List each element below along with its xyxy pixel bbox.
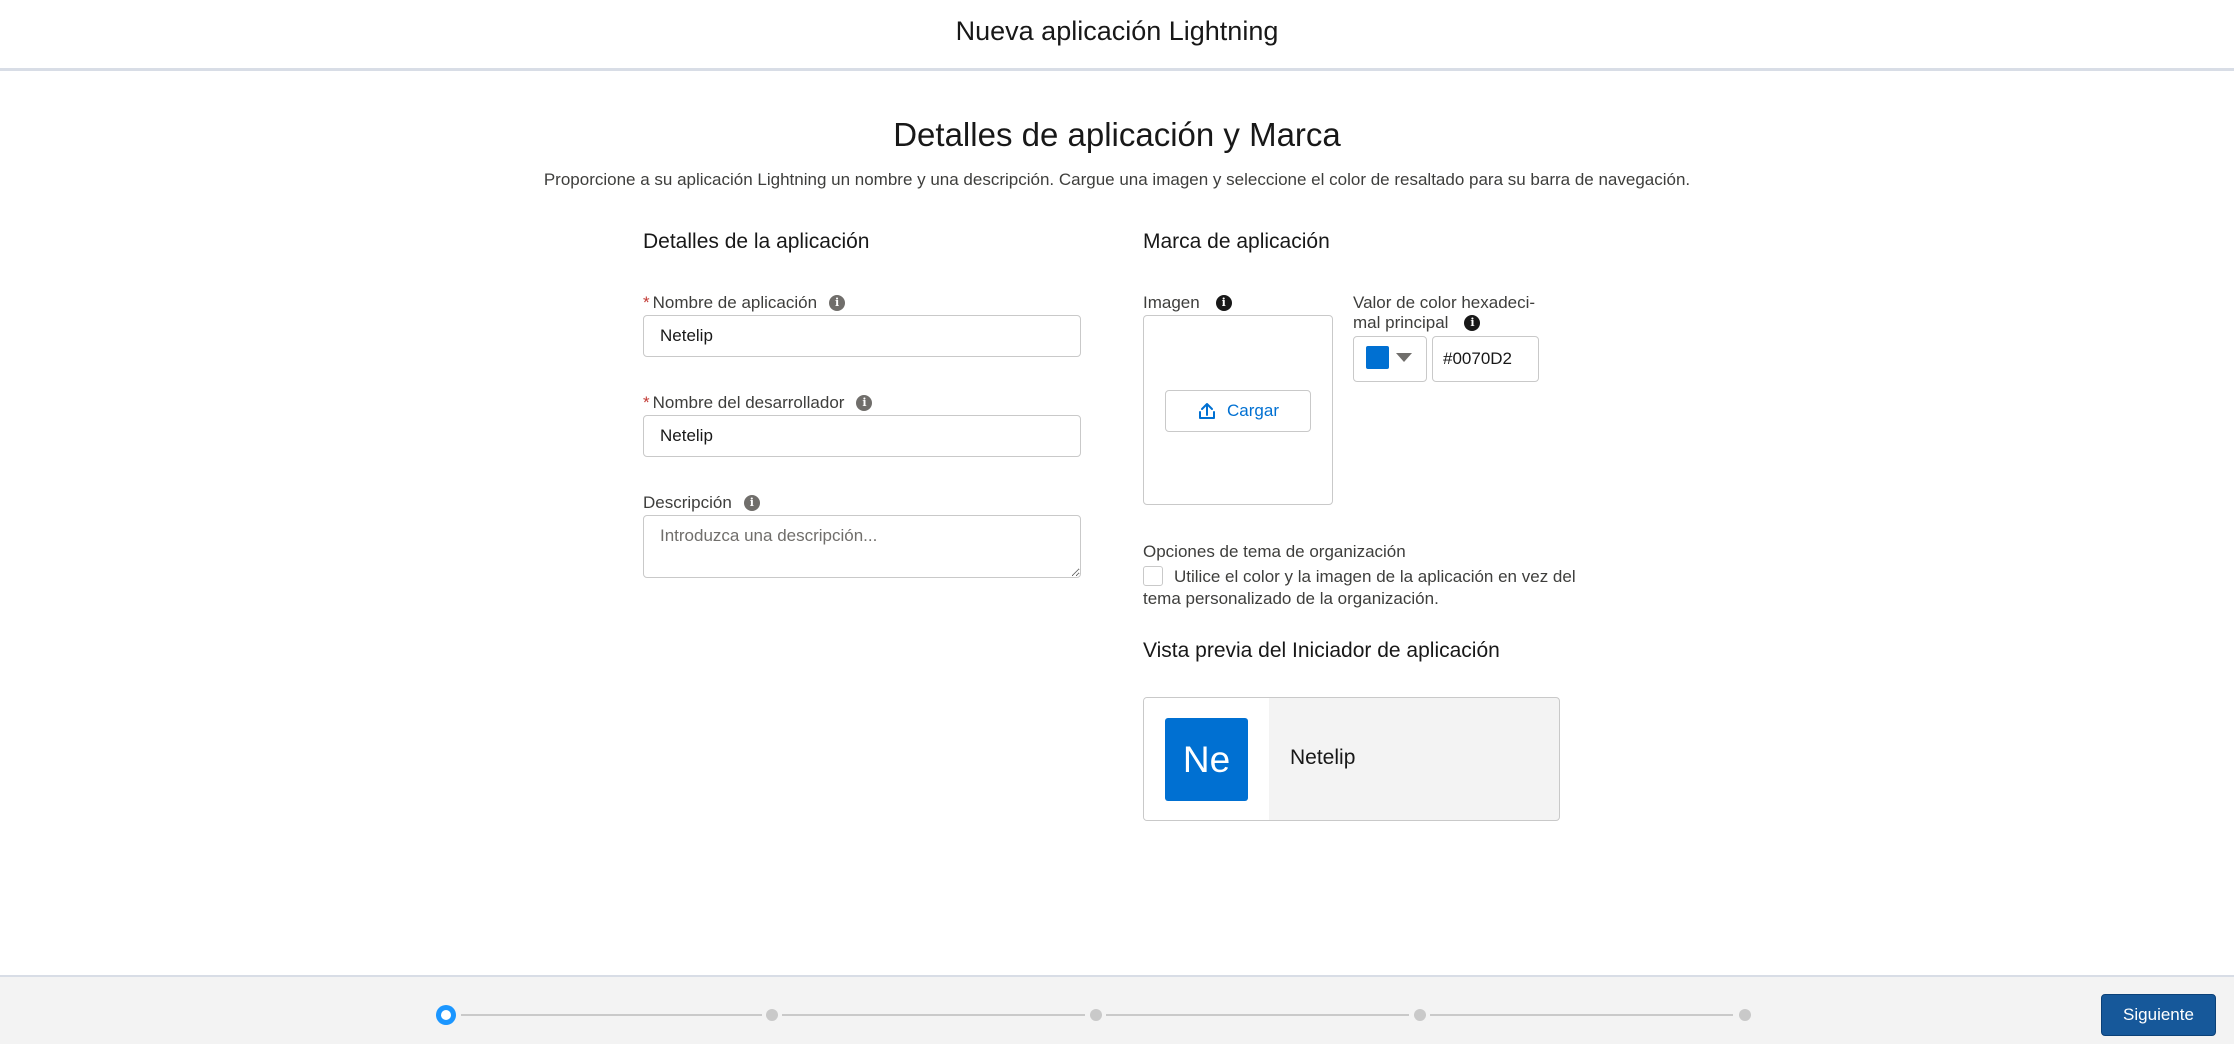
info-icon[interactable]: i xyxy=(1215,295,1232,311)
progress-line xyxy=(1106,1014,1409,1016)
developer-name-label-text: Nombre del desarrollador xyxy=(652,393,845,412)
color-picker-button[interactable] xyxy=(1353,336,1427,382)
upload-button-label: Cargar xyxy=(1227,401,1279,420)
preview-app-tile: Ne xyxy=(1165,718,1248,801)
preview-app-name: Netelip xyxy=(1290,746,1356,769)
details-heading: Detalles de la aplicación xyxy=(643,230,870,253)
progress-step-1[interactable] xyxy=(436,1005,456,1025)
theme-checkbox-text: Utilice el color y la imagen de la aplic… xyxy=(1143,567,1576,608)
app-name-input[interactable] xyxy=(643,315,1081,357)
page-title: Detalles de aplicación y Marca xyxy=(893,116,1341,153)
next-button[interactable]: Siguiente xyxy=(2101,994,2216,1036)
progress-step-4[interactable] xyxy=(1414,1009,1426,1021)
image-label: Imagen i xyxy=(1143,293,1232,313)
progress-line xyxy=(782,1014,1085,1016)
preview-tile-area: Ne xyxy=(1144,698,1269,820)
app-name-label-text: Nombre de aplicación xyxy=(652,293,818,312)
theme-options-label: Opciones de tema de organización xyxy=(1143,542,1406,561)
upload-icon xyxy=(1199,403,1216,419)
color-label-line1: Valor de color hexadeci- xyxy=(1353,293,1536,312)
required-marker: * xyxy=(643,393,650,412)
progress-step-3[interactable] xyxy=(1090,1009,1102,1021)
info-icon[interactable]: i xyxy=(829,295,846,311)
app-name-label: * Nombre de aplicación i xyxy=(643,293,846,313)
description-textarea[interactable] xyxy=(643,515,1081,578)
info-icon[interactable]: i xyxy=(1464,315,1481,331)
chevron-down-icon xyxy=(1396,353,1412,362)
description-label-text: Descripción xyxy=(643,493,732,512)
color-label-line2: mal principal xyxy=(1353,313,1449,332)
progress-line xyxy=(461,1014,762,1016)
info-icon[interactable]: i xyxy=(743,495,760,511)
top-bar: Nueva aplicación Lightning xyxy=(0,0,2234,71)
description-label: Descripción i xyxy=(643,493,760,513)
progress-step-2[interactable] xyxy=(766,1009,778,1021)
image-label-text: Imagen xyxy=(1143,293,1200,312)
wizard-footer: Siguiente xyxy=(0,975,2234,1044)
developer-name-input[interactable] xyxy=(643,415,1081,457)
preview-heading: Vista previa del Iniciador de aplicación xyxy=(1143,639,1500,662)
wizard-title: Nueva aplicación Lightning xyxy=(955,16,1279,46)
color-label: Valor de color hexadeci- mal principal i xyxy=(1353,293,1535,333)
required-marker: * xyxy=(643,293,650,312)
hex-color-input[interactable] xyxy=(1432,336,1539,382)
theme-checkbox[interactable] xyxy=(1143,566,1163,586)
progress-step-5[interactable] xyxy=(1739,1009,1751,1021)
developer-name-label: * Nombre del desarrollador i xyxy=(643,393,873,413)
image-dropzone[interactable]: Cargar xyxy=(1143,315,1333,505)
progress-line xyxy=(1430,1014,1733,1016)
info-icon[interactable]: i xyxy=(856,395,873,411)
app-launcher-preview: Ne Netelip xyxy=(1143,697,1560,821)
color-swatch xyxy=(1366,346,1389,369)
page-subtitle: Proporcione a su aplicación Lightning un… xyxy=(543,170,1691,189)
upload-button[interactable]: Cargar xyxy=(1165,390,1311,432)
branding-heading: Marca de aplicación xyxy=(1143,230,1330,253)
